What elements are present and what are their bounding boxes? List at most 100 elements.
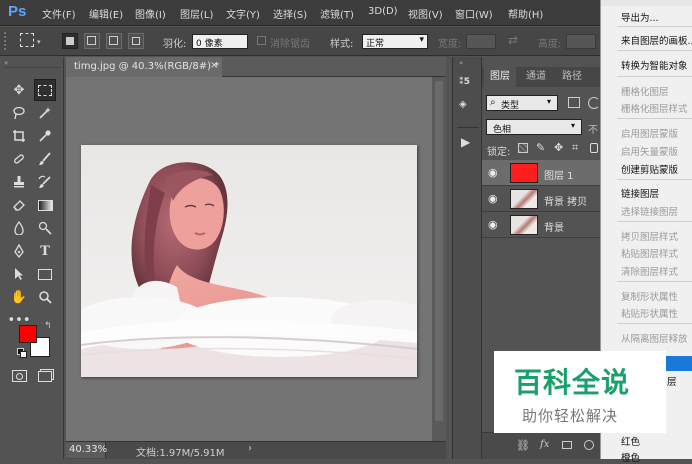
adjustment-layer-icon[interactable]	[584, 440, 594, 450]
add-mask-icon[interactable]	[562, 441, 572, 449]
actions-play-icon[interactable]: ▶	[461, 135, 470, 149]
preset-dropdown-icon[interactable]: ▾	[37, 38, 41, 46]
menu-3d[interactable]: 3D(D)	[368, 6, 398, 17]
layer-filter-select[interactable]: ⌕ 类型 ▾	[486, 95, 558, 111]
document-tab[interactable]: timg.jpg @ 40.3%(RGB/8#) * ×	[66, 57, 222, 77]
visibility-eye-icon[interactable]: ◉	[488, 166, 502, 180]
menu-item-artboard-from-layers[interactable]: 来自图层的画板...	[621, 33, 692, 47]
rect-marquee-tool-icon[interactable]	[34, 79, 56, 101]
filter-adjustment-icon[interactable]	[588, 97, 600, 109]
menu-edit[interactable]: 编辑(E)	[89, 6, 123, 21]
menu-item-enable-layer-mask: 启用图层蒙版	[621, 129, 679, 140]
lock-all-icon[interactable]	[590, 143, 598, 153]
menu-item-create-clipping-mask[interactable]: 创建剪贴蒙版	[621, 162, 678, 176]
subtract-selection-button[interactable]	[106, 33, 122, 49]
menu-filter[interactable]: 滤镜(T)	[320, 6, 354, 21]
menu-type[interactable]: 文字(Y)	[226, 6, 260, 21]
dodge-tool-icon[interactable]	[34, 217, 56, 239]
menu-item-link-layers[interactable]: 链接图层	[621, 186, 659, 200]
vertical-scrollbar[interactable]	[432, 77, 446, 441]
quick-mask-icon[interactable]	[8, 365, 30, 387]
tab-paths[interactable]: 路径	[556, 67, 588, 87]
height-input[interactable]	[566, 34, 596, 49]
tab-layers[interactable]: 图层	[484, 67, 516, 87]
document-canvas-image[interactable]	[71, 145, 431, 377]
default-colors-icon[interactable]	[17, 348, 27, 358]
layer-thumbnail	[510, 163, 538, 183]
layer-style-fx-icon[interactable]: fx	[540, 439, 549, 450]
menu-separator	[617, 221, 692, 222]
style-select[interactable]: 正常 ▾	[362, 34, 428, 49]
menu-item-red[interactable]: 红色	[621, 434, 640, 448]
menu-item-layer-partial[interactable]: 层	[667, 374, 677, 388]
hand-tool-icon[interactable]: ✋	[8, 286, 30, 308]
layer-row[interactable]: ◉ 图层 1	[482, 160, 600, 186]
eraser-tool-icon[interactable]	[8, 194, 30, 216]
menu-item-orange[interactable]: 橙色	[621, 450, 640, 464]
marquee-preset-icon[interactable]	[20, 33, 34, 47]
intersect-selection-button[interactable]	[128, 33, 144, 49]
lock-position-icon[interactable]: ✥	[554, 141, 563, 154]
zoom-tool-icon[interactable]	[34, 286, 56, 308]
watermark-subtitle: 助你轻松解决	[522, 407, 619, 425]
antialias-checkbox[interactable]	[257, 36, 266, 45]
add-selection-button[interactable]	[84, 33, 100, 49]
menu-view[interactable]: 视图(V)	[408, 6, 443, 21]
new-selection-button[interactable]	[62, 33, 78, 49]
visibility-eye-icon[interactable]: ◉	[488, 218, 502, 232]
gradient-tool-icon[interactable]	[34, 194, 56, 216]
layer-row[interactable]: ◉ 背景 拷贝	[482, 186, 600, 212]
menu-item-convert-smart-object[interactable]: 转换为智能对象	[621, 58, 688, 72]
document-tab-title: timg.jpg @ 40.3%(RGB/8#) *	[74, 61, 220, 72]
zoom-level: 40.33%	[69, 444, 108, 455]
crop-tool-icon[interactable]	[8, 125, 30, 147]
close-icon[interactable]: ×	[210, 60, 218, 71]
watermark-badge: 百科全说 助你轻松解决	[494, 351, 666, 433]
screen-mode-icon[interactable]	[34, 365, 56, 387]
chevron-down-icon: ▾	[419, 35, 424, 45]
blend-mode-select[interactable]: 色相 ▾	[486, 119, 582, 135]
menu-layer[interactable]: 图层(L)	[180, 6, 213, 21]
history-brush-tool-icon[interactable]	[34, 171, 56, 193]
foreground-color-swatch[interactable]	[19, 325, 37, 343]
lock-transparency-icon[interactable]	[518, 143, 528, 153]
lock-artboard-icon[interactable]: ⌗	[572, 141, 578, 155]
type-tool-icon[interactable]: T	[34, 240, 56, 262]
brush-tool-icon[interactable]	[34, 148, 56, 170]
adjustments-panel-icon[interactable]: ◈	[459, 99, 475, 113]
feather-input[interactable]: 0 像素	[192, 34, 248, 49]
swap-icon[interactable]: ⇄	[508, 33, 518, 47]
lock-pixels-icon[interactable]: ✎	[536, 141, 545, 154]
menu-help[interactable]: 帮助(H)	[508, 6, 543, 21]
menu-item-export-as[interactable]: 导出为...	[621, 10, 659, 24]
swap-colors-icon[interactable]: ↰	[44, 321, 52, 331]
move-tool-icon[interactable]: ✥	[8, 79, 30, 101]
path-selection-tool-icon[interactable]	[8, 263, 30, 285]
expand-arrows-icon[interactable]: »	[459, 59, 463, 67]
lasso-tool-icon[interactable]	[8, 102, 30, 124]
filter-pixel-icon[interactable]	[568, 97, 580, 108]
tab-channels[interactable]: 通道	[520, 67, 552, 87]
menu-image[interactable]: 图像(I)	[135, 6, 166, 21]
clone-stamp-tool-icon[interactable]	[8, 171, 30, 193]
visibility-eye-icon[interactable]: ◉	[488, 192, 502, 206]
healing-brush-tool-icon[interactable]	[8, 148, 30, 170]
scrollbar-thumb[interactable]	[435, 81, 443, 421]
eyedropper-tool-icon[interactable]	[34, 125, 56, 147]
menu-select[interactable]: 选择(S)	[273, 6, 307, 21]
layer-row[interactable]: ◉ 背景	[482, 212, 600, 238]
rectangle-tool-icon[interactable]	[34, 263, 56, 285]
toolbox: « ✥ T ✋ ••• ↰	[0, 57, 64, 459]
toolbox-divider	[4, 67, 60, 68]
width-input[interactable]	[466, 34, 496, 49]
collapse-arrows-icon[interactable]: «	[4, 59, 8, 67]
link-layers-icon[interactable]: ⛓	[516, 439, 530, 452]
history-panel-icon[interactable]: ⁑5	[459, 77, 475, 91]
menu-file[interactable]: 文件(F)	[42, 6, 76, 21]
menu-separator	[617, 323, 692, 324]
status-menu-arrow-icon[interactable]: ›	[248, 443, 252, 454]
magic-wand-tool-icon[interactable]	[34, 102, 56, 124]
blur-tool-icon[interactable]	[8, 217, 30, 239]
menu-window[interactable]: 窗口(W)	[455, 6, 493, 21]
pen-tool-icon[interactable]	[8, 240, 30, 262]
